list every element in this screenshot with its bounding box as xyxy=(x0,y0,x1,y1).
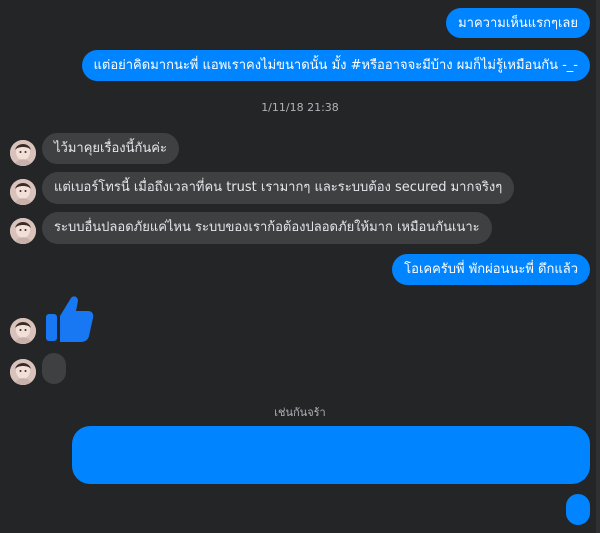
avatar-image xyxy=(10,140,36,166)
avatar[interactable] xyxy=(10,179,36,205)
timestamp: 1/11/18 21:38 xyxy=(261,101,339,114)
message-bubble-incoming[interactable]: แต่เบอร์โทรนี้ เมื่อถึงเวลาที่คน trust เ… xyxy=(42,172,515,204)
avatar-image xyxy=(10,218,36,244)
avatar[interactable] xyxy=(10,359,36,385)
message-bubble-outgoing[interactable]: แต่อย่าคิดมากนะพี่ แอพเราคงไม่ขนาดนั้น ม… xyxy=(81,50,590,81)
message-bubble-incoming[interactable]: ไว้มาคุยเรื่องนี้กันค่ะ xyxy=(42,133,179,164)
avatar-image xyxy=(10,179,36,205)
message-bubble-outgoing[interactable] xyxy=(72,426,590,484)
avatar-image xyxy=(10,359,36,385)
avatar-image xyxy=(10,318,36,344)
avatar[interactable] xyxy=(10,318,36,344)
scrollbar[interactable] xyxy=(596,0,600,533)
message-text: โอเคครับพี่ พักผ่อนนะพี่ ดึกแล้ว xyxy=(404,262,578,277)
message-bubble-outgoing[interactable]: มาความเห็นแรกๆเลย xyxy=(446,8,590,38)
message-bubble-outgoing[interactable] xyxy=(566,494,590,525)
message-bubble-outgoing[interactable]: โอเคครับพี่ พักผ่อนนะพี่ ดึกแล้ว xyxy=(392,254,590,285)
message-text: ระบบอื่นปลอดภัยแค่ไหน ระบบของเราก้อต้องป… xyxy=(54,220,480,235)
thumbs-up-icon[interactable] xyxy=(44,292,94,348)
avatar[interactable] xyxy=(10,218,36,244)
message-text: แต่อย่าคิดมากนะพี่ แอพเราคงไม่ขนาดนั้น ม… xyxy=(93,58,578,73)
message-text: ไว้มาคุยเรื่องนี้กันค่ะ xyxy=(54,141,167,156)
message-text: มาความเห็นแรกๆเลย xyxy=(458,16,578,31)
message-text: แต่เบอร์โทรนี้ เมื่อถึงเวลาที่คน trust เ… xyxy=(54,180,503,195)
timestamp: เช่นกันจร้า xyxy=(274,406,326,419)
message-bubble-incoming[interactable]: ระบบอื่นปลอดภัยแค่ไหน ระบบของเราก้อต้องป… xyxy=(42,212,492,244)
avatar[interactable] xyxy=(10,140,36,166)
message-bubble-incoming[interactable] xyxy=(42,353,66,384)
chat-thread: มาความเห็นแรกๆเลย แต่อย่าคิดมากนะพี่ แอพ… xyxy=(0,0,600,533)
